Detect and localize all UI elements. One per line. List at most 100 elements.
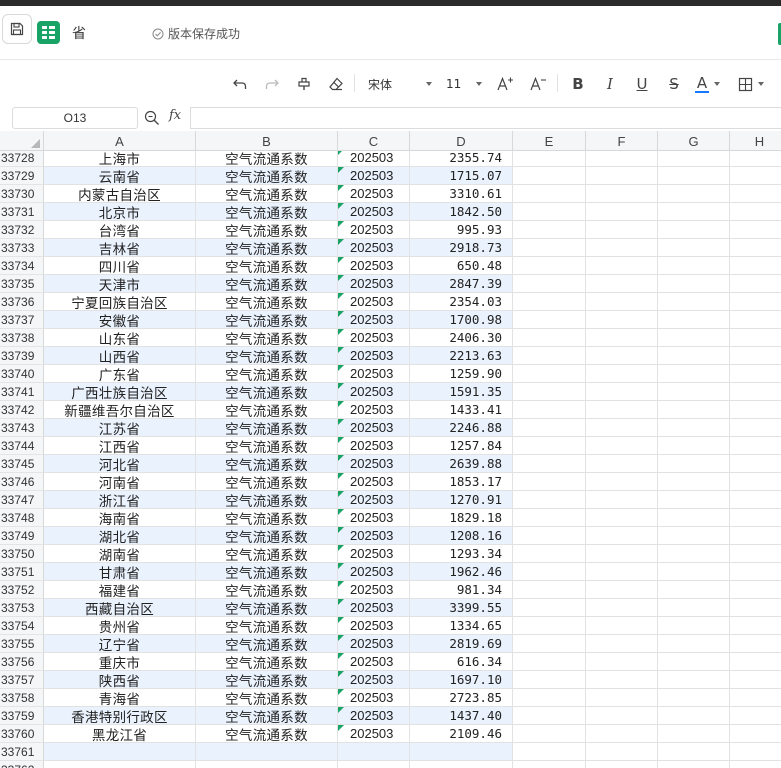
empty-cell[interactable] bbox=[658, 545, 730, 563]
empty-cell[interactable] bbox=[658, 761, 730, 768]
empty-cell[interactable] bbox=[586, 455, 658, 473]
empty-cell[interactable] bbox=[658, 419, 730, 437]
empty-cell[interactable] bbox=[513, 383, 586, 401]
empty-cell[interactable] bbox=[730, 617, 781, 635]
cell-indicator[interactable]: 空气流通系数 bbox=[196, 437, 338, 456]
empty-cell[interactable] bbox=[586, 761, 658, 768]
empty-cell[interactable] bbox=[513, 617, 586, 635]
empty-cell[interactable] bbox=[513, 311, 586, 329]
row-number[interactable]: 33728 bbox=[0, 149, 44, 167]
empty-cell[interactable] bbox=[730, 473, 781, 491]
empty-cell[interactable] bbox=[513, 149, 586, 167]
empty-cell[interactable] bbox=[658, 347, 730, 365]
cell-period[interactable] bbox=[338, 743, 410, 761]
cell-period[interactable]: 202503 bbox=[338, 275, 410, 293]
cell-value[interactable]: 1259.90 bbox=[410, 365, 513, 383]
empty-cell[interactable] bbox=[513, 203, 586, 221]
empty-cell[interactable] bbox=[513, 221, 586, 239]
cell-indicator[interactable]: 空气流通系数 bbox=[196, 239, 338, 258]
empty-cell[interactable] bbox=[730, 437, 781, 455]
row-number[interactable]: 33735 bbox=[0, 275, 44, 293]
empty-cell[interactable] bbox=[586, 725, 658, 743]
empty-cell[interactable] bbox=[513, 401, 586, 419]
cell-indicator[interactable]: 空气流通系数 bbox=[196, 725, 338, 744]
empty-cell[interactable] bbox=[586, 491, 658, 509]
cell-period[interactable]: 202503 bbox=[338, 167, 410, 185]
empty-cell[interactable] bbox=[586, 563, 658, 581]
cell-value[interactable]: 2819.69 bbox=[410, 635, 513, 653]
empty-cell[interactable] bbox=[658, 149, 730, 167]
empty-cell[interactable] bbox=[658, 185, 730, 203]
row-number[interactable]: 33752 bbox=[0, 581, 44, 599]
cell-reference-box[interactable]: O13 bbox=[12, 107, 138, 129]
redo-button[interactable] bbox=[261, 73, 283, 95]
empty-cell[interactable] bbox=[658, 167, 730, 185]
row-number[interactable]: 33746 bbox=[0, 473, 44, 491]
empty-cell[interactable] bbox=[730, 689, 781, 707]
empty-cell[interactable] bbox=[730, 419, 781, 437]
cell-region[interactable]: 新疆维吾尔自治区 bbox=[44, 401, 196, 420]
empty-cell[interactable] bbox=[658, 743, 730, 761]
cell-region[interactable]: 青海省 bbox=[44, 689, 196, 708]
cell-indicator[interactable]: 空气流通系数 bbox=[196, 707, 338, 726]
cell-indicator[interactable]: 空气流通系数 bbox=[196, 167, 338, 186]
cell-indicator[interactable]: 空气流通系数 bbox=[196, 257, 338, 276]
empty-cell[interactable] bbox=[730, 293, 781, 311]
cell-value[interactable]: 981.34 bbox=[410, 581, 513, 599]
cell-region[interactable]: 西藏自治区 bbox=[44, 599, 196, 618]
cell-period[interactable]: 202503 bbox=[338, 437, 410, 455]
empty-cell[interactable] bbox=[658, 437, 730, 455]
empty-cell[interactable] bbox=[658, 509, 730, 527]
empty-cell[interactable] bbox=[513, 455, 586, 473]
formula-input[interactable] bbox=[190, 107, 781, 129]
cell-region[interactable] bbox=[44, 743, 196, 761]
empty-cell[interactable] bbox=[730, 743, 781, 761]
row-number[interactable]: 33736 bbox=[0, 293, 44, 311]
empty-cell[interactable] bbox=[658, 275, 730, 293]
empty-cell[interactable] bbox=[513, 257, 586, 275]
empty-cell[interactable] bbox=[586, 347, 658, 365]
cell-period[interactable]: 202503 bbox=[338, 239, 410, 257]
cell-value[interactable]: 1293.34 bbox=[410, 545, 513, 563]
row-number[interactable]: 33755 bbox=[0, 635, 44, 653]
cell-period[interactable]: 202503 bbox=[338, 527, 410, 545]
cell-value[interactable]: 2406.30 bbox=[410, 329, 513, 347]
empty-cell[interactable] bbox=[658, 617, 730, 635]
cell-indicator[interactable]: 空气流通系数 bbox=[196, 617, 338, 636]
cell-region[interactable]: 浙江省 bbox=[44, 491, 196, 510]
empty-cell[interactable] bbox=[730, 221, 781, 239]
cell-indicator[interactable]: 空气流通系数 bbox=[196, 455, 338, 474]
empty-cell[interactable] bbox=[586, 545, 658, 563]
cell-indicator[interactable]: 空气流通系数 bbox=[196, 545, 338, 564]
cell-region[interactable]: 台湾省 bbox=[44, 221, 196, 240]
row-number[interactable]: 33756 bbox=[0, 653, 44, 671]
empty-cell[interactable] bbox=[658, 239, 730, 257]
empty-cell[interactable] bbox=[513, 545, 586, 563]
empty-cell[interactable] bbox=[730, 185, 781, 203]
row-number[interactable]: 33753 bbox=[0, 599, 44, 617]
empty-cell[interactable] bbox=[513, 419, 586, 437]
cell-value[interactable]: 1433.41 bbox=[410, 401, 513, 419]
cell-period[interactable]: 202503 bbox=[338, 509, 410, 527]
cell-value[interactable]: 3310.61 bbox=[410, 185, 513, 203]
empty-cell[interactable] bbox=[513, 437, 586, 455]
empty-cell[interactable] bbox=[513, 653, 586, 671]
decrease-font-size-button[interactable] bbox=[527, 73, 549, 95]
spreadsheet-grid[interactable]: 33728 上海市 空气流通系数 202503 2355.74 33729 云南省 空气流通系… bbox=[0, 131, 781, 768]
cell-indicator[interactable]: 空气流通系数 bbox=[196, 329, 338, 348]
cell-period[interactable] bbox=[338, 761, 410, 768]
empty-cell[interactable] bbox=[586, 383, 658, 401]
cell-period[interactable]: 202503 bbox=[338, 347, 410, 365]
undo-button[interactable] bbox=[229, 73, 251, 95]
row-number[interactable]: 33744 bbox=[0, 437, 44, 455]
row-number[interactable]: 33749 bbox=[0, 527, 44, 545]
cell-value[interactable]: 995.93 bbox=[410, 221, 513, 239]
cell-indicator[interactable] bbox=[196, 743, 338, 761]
cell-region[interactable]: 四川省 bbox=[44, 257, 196, 276]
empty-cell[interactable] bbox=[586, 653, 658, 671]
cell-indicator[interactable]: 空气流通系数 bbox=[196, 293, 338, 312]
row-number[interactable]: 33761 bbox=[0, 743, 44, 761]
row-number[interactable]: 33758 bbox=[0, 689, 44, 707]
cell-region[interactable]: 北京市 bbox=[44, 203, 196, 222]
cell-value[interactable]: 3399.55 bbox=[410, 599, 513, 617]
